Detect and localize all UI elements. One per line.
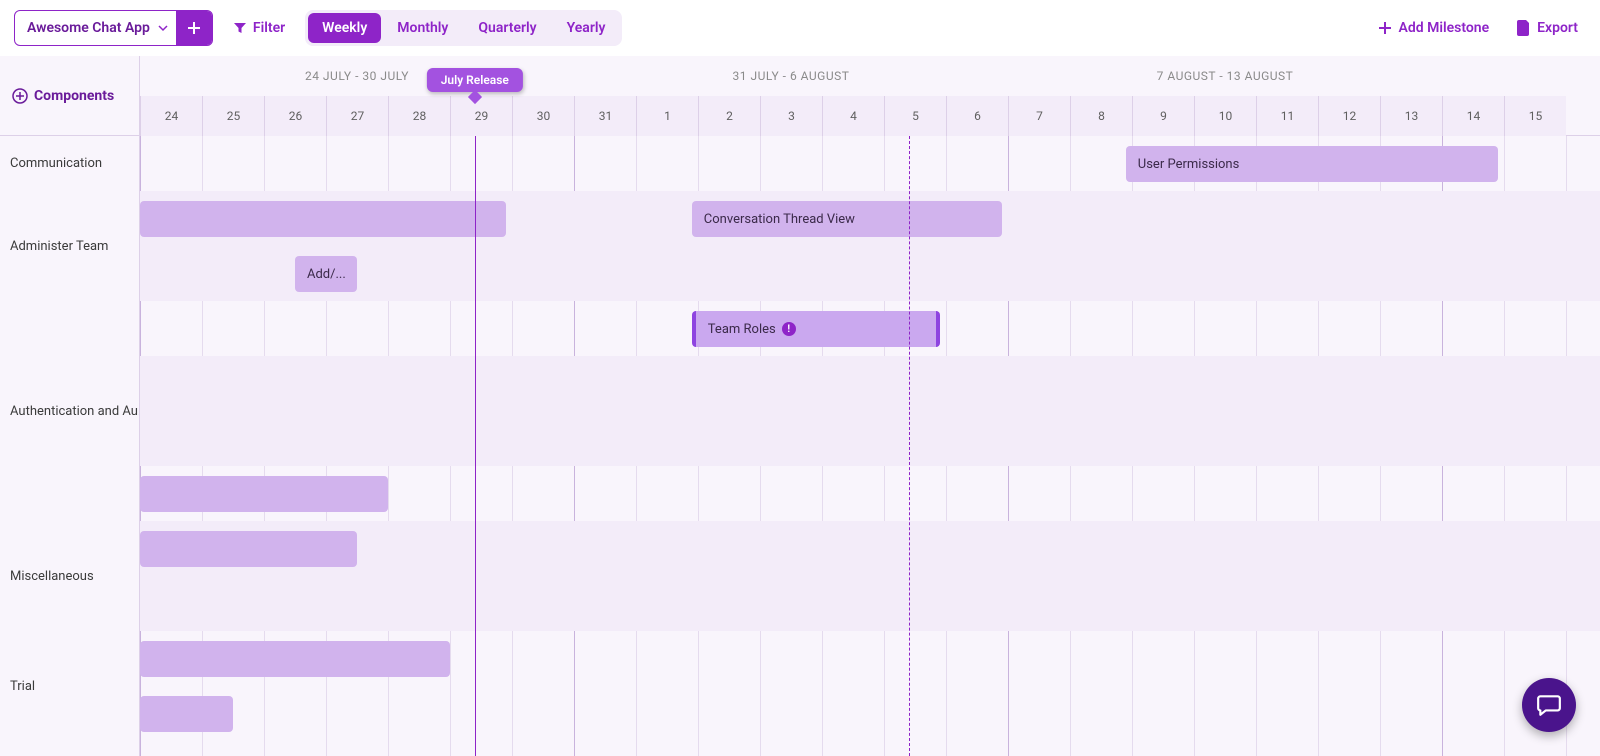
milestone-label: July Release xyxy=(441,73,509,87)
timeline-bar[interactable]: Add/... xyxy=(295,256,357,292)
component-row-label[interactable]: Trial xyxy=(0,631,139,741)
day-cell[interactable]: 10 xyxy=(1194,96,1256,136)
toolbar: Awesome Chat App Filter WeeklyMonthlyQua… xyxy=(0,0,1600,56)
add-milestone-button[interactable]: Add Milestone xyxy=(1370,14,1497,42)
day-cell[interactable]: 8 xyxy=(1070,96,1132,136)
timeline-bar[interactable]: Conversation Thread View xyxy=(692,201,1002,237)
timeline-bar[interactable] xyxy=(140,531,357,567)
timeline-bar[interactable] xyxy=(140,641,450,677)
components-header[interactable]: Components xyxy=(0,56,139,136)
view-quarterly[interactable]: Quarterly xyxy=(464,13,550,43)
day-cell[interactable]: 28 xyxy=(388,96,450,136)
view-yearly[interactable]: Yearly xyxy=(553,13,620,43)
day-cell[interactable]: 5 xyxy=(884,96,946,136)
view-weekly[interactable]: Weekly xyxy=(308,13,381,43)
timeline-bar[interactable] xyxy=(140,476,388,512)
component-row-label[interactable]: Authentication and Au... xyxy=(0,356,139,466)
day-cell[interactable]: 27 xyxy=(326,96,388,136)
day-cell[interactable]: 11 xyxy=(1256,96,1318,136)
day-cell[interactable]: 14 xyxy=(1442,96,1504,136)
filter-label: Filter xyxy=(253,20,285,36)
export-label: Export xyxy=(1537,20,1578,36)
timeline-bar-label: Add/... xyxy=(307,267,346,282)
timeline-bar[interactable] xyxy=(140,696,233,732)
day-cell[interactable]: 2 xyxy=(698,96,760,136)
day-cell[interactable]: 31 xyxy=(574,96,636,136)
chat-fab-button[interactable] xyxy=(1522,678,1576,732)
chat-icon xyxy=(1536,692,1562,718)
milestone-pill[interactable]: July Release xyxy=(427,68,523,92)
milestone-line xyxy=(475,136,476,756)
day-cell[interactable]: 6 xyxy=(946,96,1008,136)
day-cell[interactable]: 30 xyxy=(512,96,574,136)
timeline: Components CommunicationAdminister Team A… xyxy=(0,56,1600,756)
filter-button[interactable]: Filter xyxy=(225,14,293,42)
export-button[interactable]: Export xyxy=(1509,14,1586,42)
export-icon xyxy=(1517,20,1531,36)
timeline-bar[interactable]: User Permissions xyxy=(1126,146,1498,182)
project-select: Awesome Chat App xyxy=(14,10,213,46)
day-cell[interactable]: 9 xyxy=(1132,96,1194,136)
plus-circle-icon xyxy=(12,88,28,104)
day-cell[interactable]: 1 xyxy=(636,96,698,136)
day-cell[interactable]: 24 xyxy=(140,96,202,136)
sidebar: Components CommunicationAdminister Team A… xyxy=(0,56,140,756)
day-cell[interactable]: 7 xyxy=(1008,96,1070,136)
day-cell[interactable]: 12 xyxy=(1318,96,1380,136)
component-row-label[interactable]: Administer Team xyxy=(0,191,139,301)
day-cell[interactable]: 3 xyxy=(760,96,822,136)
current-cursor-line xyxy=(909,136,910,756)
timeline-bar-label: Conversation Thread View xyxy=(704,212,855,227)
timeline-bar-label: User Permissions xyxy=(1138,157,1240,172)
timeline-bar[interactable] xyxy=(140,201,506,237)
component-row-label[interactable]: Miscellaneous xyxy=(0,521,139,631)
day-cell[interactable]: 4 xyxy=(822,96,884,136)
day-cell[interactable]: 15 xyxy=(1504,96,1566,136)
day-cell[interactable]: 26 xyxy=(264,96,326,136)
plus-icon xyxy=(1378,21,1392,35)
component-row-label[interactable]: Communication xyxy=(0,136,139,191)
view-monthly[interactable]: Monthly xyxy=(383,13,462,43)
month-range-label: 31 JULY - 6 AUGUST xyxy=(574,56,1008,96)
chevron-down-icon xyxy=(158,23,168,33)
timeline-body[interactable]: User Permissions Conversation Thread View… xyxy=(140,136,1600,756)
project-name: Awesome Chat App xyxy=(27,20,150,36)
day-cell[interactable]: 13 xyxy=(1380,96,1442,136)
timeline-bar[interactable]: Team Roles! xyxy=(692,311,940,347)
add-milestone-label: Add Milestone xyxy=(1398,20,1489,36)
timeline-bar-label: Team Roles xyxy=(708,322,776,337)
filter-icon xyxy=(233,21,247,35)
view-segmented: WeeklyMonthlyQuarterlyYearly xyxy=(305,10,622,46)
day-header-row: 2425262728293031123456789101112131415 xyxy=(140,96,1600,136)
timeline-grid[interactable]: 24 JULY - 30 JULY31 JULY - 6 AUGUST7 AUG… xyxy=(140,56,1600,756)
day-cell[interactable]: 29 xyxy=(450,96,512,136)
alert-icon: ! xyxy=(782,322,796,336)
components-label: Components xyxy=(34,88,114,104)
month-range-label: 7 AUGUST - 13 AUGUST xyxy=(1008,56,1442,96)
add-project-button[interactable] xyxy=(176,10,212,46)
month-header-row: 24 JULY - 30 JULY31 JULY - 6 AUGUST7 AUG… xyxy=(140,56,1600,96)
day-cell[interactable]: 25 xyxy=(202,96,264,136)
project-select-label[interactable]: Awesome Chat App xyxy=(15,20,176,36)
